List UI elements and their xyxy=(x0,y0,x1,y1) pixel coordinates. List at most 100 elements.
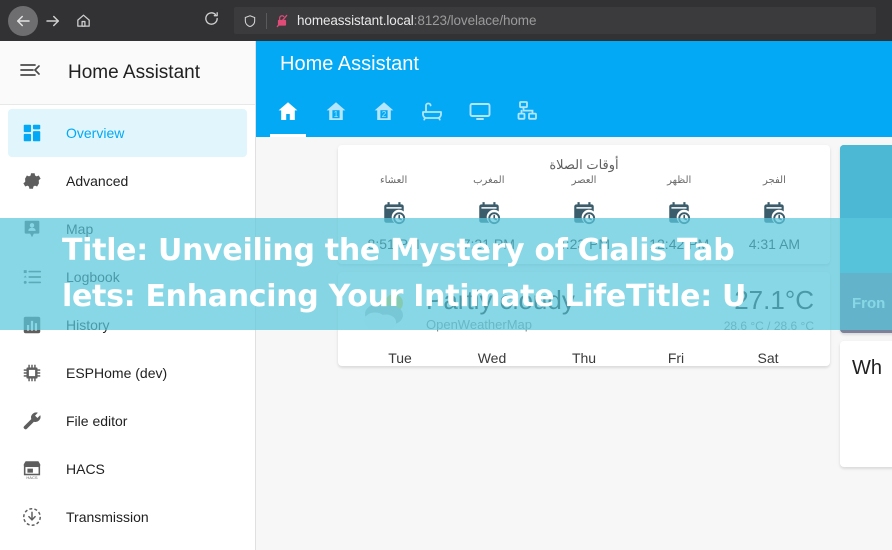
chart-box-icon xyxy=(8,301,56,349)
sidebar-item-label: Logbook xyxy=(66,269,120,285)
prayer-times-card: أوقات الصلاة العشاء 8:51 PM المغرب 7:21 … xyxy=(338,145,830,264)
home-floor-1-icon: 1 xyxy=(324,99,348,128)
arrow-left-icon xyxy=(14,12,32,30)
weather-source: OpenWeatherMap xyxy=(426,316,532,332)
sidebar-item-overview[interactable]: Overview xyxy=(8,109,247,157)
prayer-entry[interactable]: الفجر 4:31 AM xyxy=(727,175,822,252)
tab-floor-2[interactable]: 2 xyxy=(360,89,408,137)
svg-text:1: 1 xyxy=(334,110,339,119)
prayer-entry[interactable]: المغرب 7:21 PM xyxy=(441,175,536,252)
sidebar-nav-list: Overview Advanced Map Logbook History ES… xyxy=(0,105,255,541)
prayer-time: 4:31 AM xyxy=(748,236,801,252)
monitor-icon xyxy=(468,99,492,128)
weather-temperature: 27.1°C xyxy=(734,285,814,315)
sidebar-header: Home Assistant xyxy=(0,41,255,105)
view-tabs: 1 2 xyxy=(264,89,552,137)
sidebar-item-hacs[interactable]: HACS HACS xyxy=(8,445,247,493)
map-marker-icon xyxy=(8,205,56,253)
prayer-entry[interactable]: الظهر 12:42 PM xyxy=(632,175,727,252)
prayer-entry[interactable]: العشاء 8:51 PM xyxy=(346,175,441,252)
camera-name: Fron xyxy=(852,294,886,312)
address-bar-divider xyxy=(266,12,267,29)
camera-card[interactable]: Fron xyxy=(840,145,892,333)
prayer-entry[interactable]: العصر 4:23 PM xyxy=(536,175,631,252)
prayer-times-row: العشاء 8:51 PM المغرب 7:21 PM العصر 4:23… xyxy=(338,175,830,252)
forecast-day: Wed xyxy=(477,350,507,366)
sidebar-item-file-editor[interactable]: File editor xyxy=(8,397,247,445)
prayer-time: 8:51 PM xyxy=(367,236,420,252)
wrench-icon xyxy=(8,397,56,445)
weather-current: Partly cloudy OpenWeatherMap 27.1°C 28.6… xyxy=(354,285,814,336)
prayer-name: الفجر xyxy=(762,175,786,186)
shield-icon[interactable] xyxy=(238,13,262,29)
hacs-store-icon: HACS xyxy=(8,445,56,493)
calendar-clock-icon xyxy=(632,200,727,226)
calendar-clock-icon xyxy=(727,200,822,226)
prayer-time: 12:42 PM xyxy=(649,236,710,252)
sidebar-item-label: HACS xyxy=(66,461,105,477)
sidebar-item-advanced[interactable]: Advanced xyxy=(8,157,247,205)
prayer-name: الظهر xyxy=(667,175,692,186)
url-path: :8123/lovelace/home xyxy=(413,13,537,28)
forward-button[interactable] xyxy=(38,6,68,36)
weather-temperature-block: 27.1°C 28.6 °C / 28.6 °C xyxy=(723,285,814,333)
weather-high-low: 28.6 °C / 28.6 °C xyxy=(723,318,814,333)
home-icon xyxy=(276,99,300,128)
info-card-text: Wh xyxy=(852,357,882,379)
forecast-day: Fri xyxy=(667,350,685,366)
sidebar: Home Assistant Overview Advanced Map Log… xyxy=(0,41,256,550)
sidebar-item-logbook[interactable]: Logbook xyxy=(8,253,247,301)
tab-home[interactable] xyxy=(264,89,312,137)
sidebar-item-label: Map xyxy=(66,221,94,237)
cards-column-right: Fron Wh xyxy=(840,145,892,467)
camera-preview-image xyxy=(840,145,892,273)
forecast-day: Tue xyxy=(388,350,412,366)
svg-text:2: 2 xyxy=(382,110,387,119)
partly-cloudy-icon xyxy=(354,286,420,336)
arrow-right-icon xyxy=(44,12,62,30)
cog-icon xyxy=(8,157,56,205)
sidebar-item-label: Overview xyxy=(66,125,125,141)
sidebar-item-label: ESPHome (dev) xyxy=(66,365,168,381)
info-card: Wh xyxy=(840,341,892,467)
prayer-card-title: أوقات الصلاة xyxy=(549,157,619,172)
tab-media[interactable] xyxy=(456,89,504,137)
reload-button[interactable] xyxy=(196,6,226,36)
calendar-clock-icon xyxy=(536,200,631,226)
cards-column-left: أوقات الصلاة العشاء 8:51 PM المغرب 7:21 … xyxy=(338,145,830,374)
forecast-day: Thu xyxy=(571,350,597,366)
tab-floor-1[interactable]: 1 xyxy=(312,89,360,137)
sidebar-item-label: File editor xyxy=(66,413,128,429)
sidebar-item-history[interactable]: History xyxy=(8,301,247,349)
prayer-name: العشاء xyxy=(379,175,408,186)
address-bar[interactable]: homeassistant.local:8123/lovelace/home xyxy=(234,7,876,34)
svg-text:HACS: HACS xyxy=(26,475,37,480)
page-title: Home Assistant xyxy=(280,53,419,75)
calendar-clock-icon xyxy=(441,200,536,226)
view-dashboard-icon xyxy=(8,109,56,157)
url-host: homeassistant.local xyxy=(297,13,414,28)
tab-network[interactable] xyxy=(504,89,552,137)
broken-lock-icon[interactable] xyxy=(271,13,293,29)
format-list-icon xyxy=(8,253,56,301)
tab-bathroom[interactable] xyxy=(408,89,456,137)
prayer-time: 4:23 PM xyxy=(557,236,611,252)
sidebar-item-map[interactable]: Map xyxy=(8,205,247,253)
reload-icon xyxy=(203,10,220,32)
browser-toolbar: homeassistant.local:8123/lovelace/home xyxy=(0,0,892,41)
back-button[interactable] xyxy=(8,5,38,36)
lan-network-icon xyxy=(516,99,540,128)
bathtub-icon xyxy=(420,99,444,128)
calendar-clock-icon xyxy=(346,200,441,226)
sidebar-title: Home Assistant xyxy=(68,61,200,83)
sidebar-item-transmission[interactable]: Transmission xyxy=(8,493,247,541)
download-circle-icon xyxy=(8,493,56,541)
prayer-time: 7:21 PM xyxy=(462,236,515,252)
sidebar-item-label: Transmission xyxy=(66,509,149,525)
hamburger-collapse-icon xyxy=(18,58,42,87)
home-assistant-app: Home Assistant Overview Advanced Map Log… xyxy=(0,41,892,550)
home-button[interactable] xyxy=(68,6,98,36)
sidebar-collapse-button[interactable] xyxy=(6,49,54,97)
prayer-name: العصر xyxy=(571,175,597,186)
sidebar-item-esphome[interactable]: ESPHome (dev) xyxy=(8,349,247,397)
